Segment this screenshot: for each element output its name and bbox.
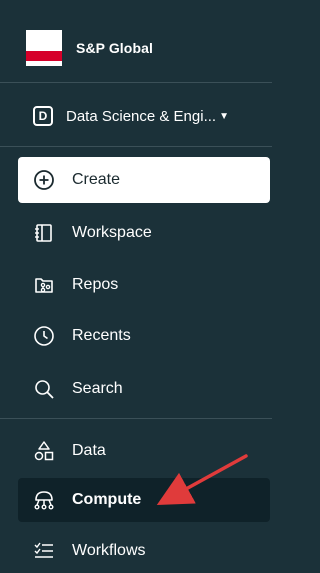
folder-icon xyxy=(32,221,56,245)
brand[interactable]: S&P Global xyxy=(26,28,153,68)
compute-icon xyxy=(32,488,56,512)
nav-workflows-label: Workflows xyxy=(72,542,146,559)
nav-data[interactable]: Data xyxy=(18,428,270,474)
workspace-selector[interactable]: D Data Science & Engi... ▼ xyxy=(33,102,265,130)
brand-name: S&P Global xyxy=(76,40,153,56)
sidebar: S&P Global D Data Science & Engi... ▼ Cr… xyxy=(0,0,272,573)
plus-circle-icon xyxy=(32,168,56,192)
brand-logo-band xyxy=(26,51,62,61)
workflows-icon xyxy=(32,539,56,563)
nav-compute-label: Compute xyxy=(72,491,142,508)
nav-data-label: Data xyxy=(72,442,106,459)
nav-workflows[interactable]: Workflows xyxy=(18,528,270,573)
workspace-badge-icon: D xyxy=(33,106,53,126)
nav-compute[interactable]: Compute xyxy=(18,478,270,522)
data-shapes-icon xyxy=(32,439,56,463)
brand-logo xyxy=(26,30,62,66)
nav-recents-label: Recents xyxy=(72,327,131,344)
nav-workspace-label: Workspace xyxy=(72,224,152,241)
nav-create-label: Create xyxy=(72,171,121,188)
nav-search-label: Search xyxy=(72,380,123,397)
search-icon xyxy=(32,377,56,401)
divider xyxy=(0,82,272,83)
workspace-name: Data Science & Engi... xyxy=(66,107,217,125)
divider xyxy=(0,418,272,419)
repos-icon xyxy=(32,273,56,297)
caret-down-icon: ▼ xyxy=(219,110,229,122)
nav-repos[interactable]: Repos xyxy=(18,262,270,308)
nav-search[interactable]: Search xyxy=(18,366,270,412)
divider xyxy=(0,146,272,147)
nav-repos-label: Repos xyxy=(72,276,119,293)
nav-recents[interactable]: Recents xyxy=(18,313,270,359)
clock-icon xyxy=(32,324,56,348)
nav-workspace[interactable]: Workspace xyxy=(18,210,270,256)
nav-create-button[interactable]: Create xyxy=(18,157,270,203)
